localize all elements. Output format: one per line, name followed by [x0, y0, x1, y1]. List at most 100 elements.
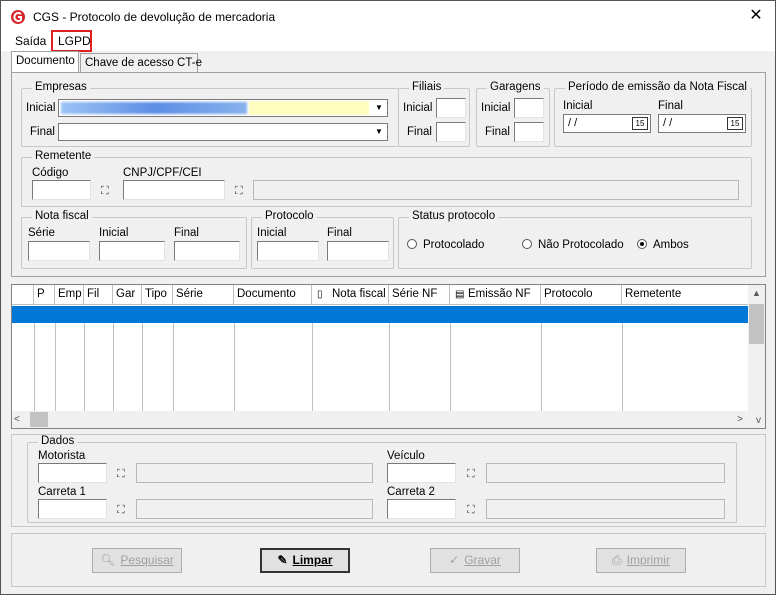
vertical-scrollbar[interactable]: ▲: [748, 285, 765, 412]
filiais-group: Filiais Inicial Final: [398, 81, 470, 147]
veiculo-desc-display: [486, 463, 725, 483]
chevron-right-icon[interactable]: >: [737, 411, 743, 428]
empresa-inicial-select[interactable]: ▼: [58, 99, 388, 117]
binoculars-icon[interactable]: ⛶: [235, 185, 243, 198]
periodo-inicial-date[interactable]: / / 15: [563, 114, 651, 133]
col-gar[interactable]: Gar: [113, 285, 142, 305]
col-serie[interactable]: Série: [173, 285, 234, 305]
binoculars-icon[interactable]: ⛶: [467, 504, 475, 517]
periodo-final-date[interactable]: / / 15: [658, 114, 746, 133]
binoculars-icon[interactable]: ⛶: [467, 468, 475, 481]
tab-documento[interactable]: Documento: [11, 51, 79, 72]
motorista-input[interactable]: [38, 463, 107, 483]
chevron-down-icon[interactable]: ▼: [372, 101, 386, 115]
radio-protocolado-label: Protocolado: [423, 239, 485, 251]
filial-final-input[interactable]: [436, 122, 466, 142]
nf-serie-label: Série: [28, 227, 55, 239]
filial-inicial-label: Inicial: [403, 102, 433, 114]
col-tipo[interactable]: Tipo: [142, 285, 173, 305]
tab-chave-cte[interactable]: Chave de acesso CT-e: [80, 53, 202, 72]
nf-serie-input[interactable]: [28, 241, 90, 261]
chevron-down-icon[interactable]: v: [756, 415, 761, 426]
nf-inicial-input[interactable]: [99, 241, 165, 261]
radio-protocolado[interactable]: Protocolado: [407, 239, 484, 251]
tab-chave-cte-label: Chave de acesso CT-e: [85, 57, 202, 69]
remetente-codigo-input[interactable]: [32, 180, 91, 200]
status-protocolo-group: Status protocolo Protocolado Não Protoco…: [398, 210, 752, 269]
pesquisar-button[interactable]: 🔍︎ Pesquisar: [92, 548, 182, 573]
periodo-title: Período de emissão da Nota Fiscal: [565, 81, 750, 93]
garagem-final-input[interactable]: [514, 122, 544, 142]
periodo-final-value: / /: [663, 117, 673, 129]
col-nota-fiscal[interactable]: Nota fiscal: [312, 285, 389, 305]
radio-dot[interactable]: [407, 239, 417, 249]
empresas-title: Empresas: [32, 81, 90, 93]
document-icon: ▤: [455, 289, 465, 300]
empresa-final-select[interactable]: ▼: [58, 123, 388, 141]
periodo-group: Período de emissão da Nota Fiscal Inicia…: [554, 81, 752, 147]
chevron-down-icon[interactable]: ▼: [372, 125, 386, 139]
periodo-inicial-label: Inicial: [563, 100, 593, 112]
col-p[interactable]: P: [34, 285, 55, 305]
main-window: CGS - Protocolo de devolução de mercador…: [0, 0, 776, 595]
imprimir-button[interactable]: ⎙ Imprimir: [596, 548, 686, 573]
protocolo-inicial-input[interactable]: [257, 241, 319, 261]
calendar-icon[interactable]: 15: [632, 117, 648, 130]
grid-header: P Emp Fil Gar Tipo Série Documento Nota …: [12, 285, 749, 305]
check-icon: ✓: [449, 553, 460, 567]
scrollbar-thumb[interactable]: [30, 412, 48, 427]
col-emp[interactable]: Emp: [55, 285, 84, 305]
close-icon[interactable]: ✕: [747, 7, 765, 25]
remetente-title: Remetente: [32, 150, 95, 162]
binoculars-icon[interactable]: ⛶: [117, 504, 125, 517]
binoculars-icon[interactable]: ⛶: [117, 468, 125, 481]
button-bar: 🔍︎ Pesquisar ✎ Limpar ✓ Gravar ⎙ Imprimir: [11, 533, 766, 587]
veiculo-input[interactable]: [387, 463, 456, 483]
scrollbar-thumb[interactable]: [749, 304, 764, 344]
garagem-inicial-label: Inicial: [481, 102, 511, 114]
nf-final-input[interactable]: [174, 241, 240, 261]
protocolo-final-input[interactable]: [327, 241, 389, 261]
nf-final-label: Final: [174, 227, 199, 239]
garagem-inicial-input[interactable]: [514, 98, 544, 118]
remetente-codigo-label: Código: [32, 167, 69, 179]
remetente-cnpj-label: CNPJ/CPF/CEI: [123, 167, 202, 179]
col-documento[interactable]: Documento: [234, 285, 312, 305]
filial-inicial-input[interactable]: [436, 98, 466, 118]
pesquisar-label: Pesquisar: [120, 553, 174, 567]
carreta2-input[interactable]: [387, 499, 456, 519]
radio-dot[interactable]: [522, 239, 532, 249]
dados-title: Dados: [38, 435, 78, 447]
chevron-up-icon[interactable]: ▲: [748, 285, 765, 302]
col-indicator[interactable]: [12, 285, 34, 305]
limpar-button[interactable]: ✎ Limpar: [260, 548, 350, 573]
chevron-left-icon[interactable]: <: [14, 411, 20, 428]
radio-ambos[interactable]: Ambos: [637, 239, 689, 251]
filiais-title: Filiais: [409, 81, 445, 93]
table-row-selected[interactable]: [12, 306, 749, 323]
col-remetente[interactable]: Remetente: [622, 285, 749, 305]
empresa-inicial-value-redacted: [61, 102, 247, 114]
periodo-inicial-value: / /: [568, 117, 578, 129]
garagem-final-label: Final: [485, 126, 510, 138]
col-serie-nf[interactable]: Série NF: [389, 285, 450, 305]
calendar-icon[interactable]: 15: [727, 117, 743, 130]
col-protocolo[interactable]: Protocolo: [541, 285, 622, 305]
radio-dot-selected[interactable]: [637, 239, 647, 249]
limpar-label: Limpar: [292, 553, 333, 567]
remetente-cnpj-input[interactable]: [123, 180, 225, 200]
empresa-inicial-highlight: [249, 101, 369, 115]
radio-nao-protocolado[interactable]: Não Protocolado: [522, 239, 624, 251]
menu-saida[interactable]: Saída: [15, 34, 46, 48]
horizontal-scrollbar[interactable]: < >: [12, 411, 765, 428]
results-grid[interactable]: P Emp Fil Gar Tipo Série Documento Nota …: [11, 284, 766, 429]
protocolo-group: Protocolo Inicial Final: [251, 210, 394, 269]
gravar-button[interactable]: ✓ Gravar: [430, 548, 520, 573]
col-fil[interactable]: Fil: [84, 285, 113, 305]
binoculars-icon[interactable]: ⛶: [101, 185, 109, 198]
gravar-label: Gravar: [464, 553, 501, 567]
remetente-group: Remetente Código ⛶ CNPJ/CPF/CEI ⛶: [21, 150, 752, 207]
carreta1-input[interactable]: [38, 499, 107, 519]
status-title: Status protocolo: [409, 210, 499, 222]
nota-fiscal-group: Nota fiscal Série Inicial Final: [21, 210, 247, 269]
